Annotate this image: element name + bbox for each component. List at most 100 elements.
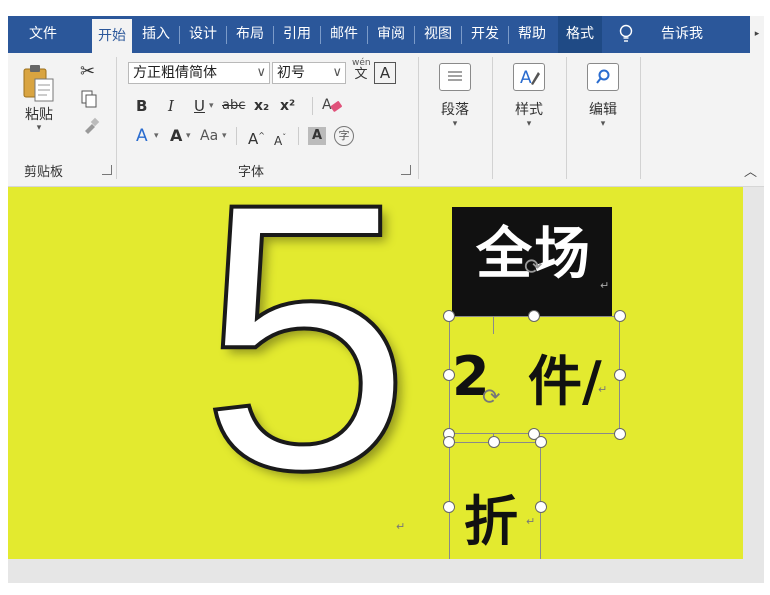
tab-separator: [226, 26, 227, 44]
tab-view[interactable]: 视图: [418, 16, 458, 53]
big-number-text[interactable]: 5: [198, 187, 413, 529]
grow-font-button[interactable]: A^: [248, 125, 265, 150]
editing-button[interactable]: 编辑 ▾: [576, 63, 630, 129]
paragraph-dropdown-icon[interactable]: ▾: [428, 119, 482, 129]
format-divider: [236, 127, 237, 145]
enclose-characters-button[interactable]: 字: [334, 126, 354, 146]
paste-button[interactable]: 粘贴 ▾: [18, 63, 60, 133]
underline-button[interactable]: U: [194, 95, 205, 117]
tab-separator: [273, 26, 274, 44]
text-effect-dropdown-icon[interactable]: ▾: [154, 125, 159, 147]
text-effect-button[interactable]: A: [136, 125, 148, 147]
tab-mailings[interactable]: 邮件: [324, 16, 364, 53]
tab-format[interactable]: 格式: [558, 16, 602, 53]
tab-references[interactable]: 引用: [277, 16, 317, 53]
tab-developer[interactable]: 开发: [465, 16, 505, 53]
tab-insert[interactable]: 插入: [136, 16, 176, 53]
styles-dropdown-icon[interactable]: ▾: [502, 119, 556, 129]
format-painter-icon[interactable]: [82, 117, 100, 143]
document-page[interactable]: 5 ↵ 全场 ↵ ⟳ 2 件/ ↵ ⟳ 折 ↵: [8, 187, 743, 559]
font-size-combobox[interactable]: 初号 ∨: [272, 62, 346, 84]
tab-home[interactable]: 开始: [92, 19, 132, 53]
grow-font-label: A: [248, 130, 259, 148]
svg-text:A: A: [322, 97, 332, 113]
underline-dropdown-icon[interactable]: ▾: [209, 95, 214, 117]
textbox-two-pieces-char[interactable]: 件/: [528, 337, 602, 416]
paste-label: 粘贴: [25, 107, 53, 123]
ribbon-home: 粘贴 ▾ ✂ 剪贴板 方正粗倩简体 ∨ 初号 ∨ wén 文 A B I U ▾…: [8, 53, 764, 187]
paragraph-mark: ↵: [526, 515, 536, 528]
chevron-down-icon[interactable]: ∨: [256, 63, 266, 83]
change-case-dropdown-icon[interactable]: ▾: [222, 125, 227, 147]
group-separator: [640, 57, 641, 179]
group-separator: [492, 57, 493, 179]
font-size-value: 初号: [277, 65, 305, 81]
rotate-handle-icon[interactable]: ⟳: [524, 257, 542, 279]
character-border-button[interactable]: A: [374, 62, 396, 84]
shrink-font-button[interactable]: Aˇ: [274, 127, 286, 152]
font-name-value: 方正粗倩简体: [133, 65, 217, 81]
bold-button[interactable]: B: [136, 95, 147, 117]
resize-handle-nw[interactable]: [443, 310, 455, 322]
resize-handle-ne[interactable]: [614, 310, 626, 322]
phonetic-guide-button[interactable]: wén 文: [352, 58, 371, 82]
subscript-button[interactable]: x₂: [254, 95, 269, 117]
lightbulb-icon[interactable]: [618, 16, 634, 53]
paste-dropdown-icon[interactable]: ▾: [18, 123, 60, 133]
strikethrough-button[interactable]: abc: [222, 95, 245, 117]
highlight-dropdown-icon[interactable]: ▾: [186, 125, 191, 147]
resize-handle-w[interactable]: [443, 501, 455, 513]
tab-strip: 文件 开始 插入 设计 布局 引用 邮件 审阅 视图 开发 帮助 格式 告诉我 …: [8, 16, 764, 53]
paragraph-button[interactable]: 段落 ▾: [428, 63, 482, 129]
paragraph-mark: ↵: [600, 279, 610, 292]
resize-handle-w[interactable]: [443, 369, 455, 381]
change-case-button[interactable]: Aa: [200, 125, 218, 147]
rotate-handle-icon[interactable]: ⟳: [482, 387, 500, 409]
tab-layout[interactable]: 布局: [230, 16, 270, 53]
group-separator: [566, 57, 567, 179]
resize-handle-ne[interactable]: [535, 436, 547, 448]
font-group-label: 字体: [238, 165, 265, 180]
clear-formatting-button[interactable]: A: [322, 95, 344, 123]
tab-review[interactable]: 审阅: [371, 16, 411, 53]
collapse-ribbon-icon[interactable]: ︿: [744, 161, 757, 180]
cut-icon[interactable]: ✂: [80, 61, 95, 83]
tab-help[interactable]: 帮助: [512, 16, 552, 53]
copy-icon[interactable]: [80, 89, 98, 117]
group-separator: [418, 57, 419, 179]
clipboard-dialog-launcher-icon[interactable]: [102, 165, 112, 175]
textbox-discount-text[interactable]: 折: [464, 477, 518, 556]
resize-handle-n[interactable]: [528, 310, 540, 322]
styles-icon: A: [513, 63, 545, 91]
rotate-connector: [493, 316, 494, 334]
resize-handle-nw[interactable]: [443, 436, 455, 448]
chevron-down-icon[interactable]: ∨: [332, 63, 342, 83]
tab-design[interactable]: 设计: [183, 16, 223, 53]
paragraph-mark: ↵: [396, 520, 406, 533]
tab-separator: [414, 26, 415, 44]
svg-text:A: A: [520, 68, 532, 88]
resize-handle-e[interactable]: [614, 369, 626, 381]
character-shading-button[interactable]: A: [308, 127, 326, 145]
highlight-button[interactable]: A: [170, 125, 182, 147]
shrink-font-label: A: [274, 134, 283, 148]
tab-scroll-right-icon[interactable]: ▸: [750, 16, 764, 53]
font-dialog-launcher-icon[interactable]: [401, 165, 411, 175]
phonetic-guide-char: 文: [354, 67, 368, 82]
resize-handle-n[interactable]: [488, 436, 500, 448]
tab-separator: [179, 26, 180, 44]
superscript-button[interactable]: x²: [280, 95, 295, 117]
italic-button[interactable]: I: [168, 95, 174, 117]
tab-separator: [367, 26, 368, 44]
styles-button[interactable]: A 样式 ▾: [502, 63, 556, 129]
format-divider: [298, 127, 299, 145]
resize-handle-e[interactable]: [535, 501, 547, 513]
styles-label: 样式: [515, 102, 543, 118]
tell-me-search[interactable]: 告诉我: [654, 16, 710, 53]
format-divider: [312, 97, 313, 115]
font-name-combobox[interactable]: 方正粗倩简体 ∨: [128, 62, 270, 84]
tab-separator: [320, 26, 321, 44]
resize-handle-se[interactable]: [614, 428, 626, 440]
tab-file[interactable]: 文件: [20, 16, 66, 53]
editing-dropdown-icon[interactable]: ▾: [576, 119, 630, 129]
